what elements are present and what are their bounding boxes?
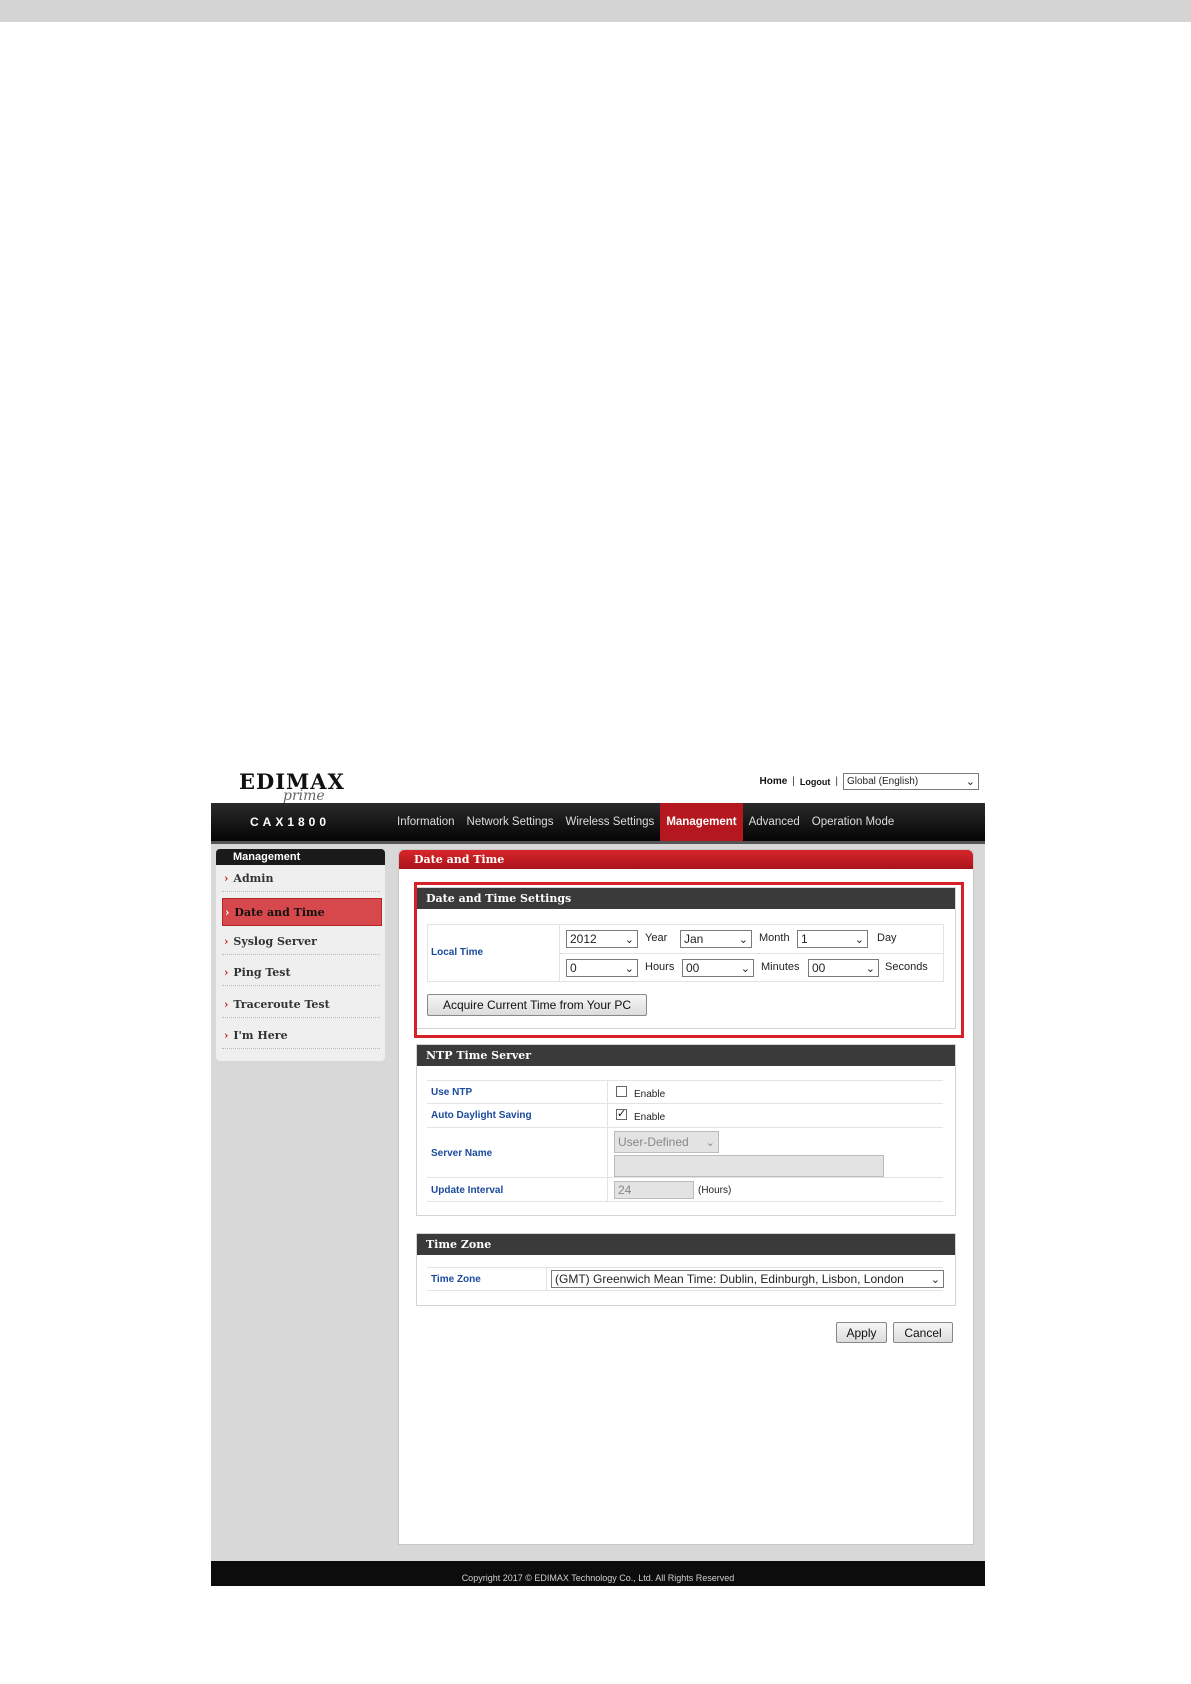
table-border bbox=[427, 1290, 943, 1291]
cancel-button[interactable]: Cancel bbox=[893, 1322, 953, 1343]
chevron-right-icon: › bbox=[224, 1028, 229, 1042]
update-interval-input[interactable]: 24 bbox=[614, 1181, 694, 1199]
chevron-down-icon: ⌄ bbox=[965, 776, 975, 788]
nav-operation-mode[interactable]: Operation Mode bbox=[806, 803, 900, 841]
sidebar: Management › Admin › Date and Time › Sys… bbox=[216, 849, 385, 1061]
language-select[interactable]: Global (English) ⌄ bbox=[843, 773, 979, 790]
table-border bbox=[427, 1103, 943, 1104]
ntp-section: NTP Time Server Use NTP Enable Auto Dayl… bbox=[416, 1044, 956, 1216]
auto-dst-enable-label: Enable bbox=[634, 1112, 666, 1123]
use-ntp-enable-label: Enable bbox=[634, 1089, 666, 1100]
update-interval-label: Update Interval bbox=[431, 1185, 504, 1196]
model-name: CAX1800 bbox=[250, 815, 331, 829]
chevron-down-icon: ⌄ bbox=[930, 1273, 940, 1286]
update-interval-unit: (Hours) bbox=[698, 1185, 732, 1196]
home-link[interactable]: Home bbox=[759, 776, 787, 787]
sidebar-item-date-and-time[interactable]: › Date and Time bbox=[222, 898, 382, 926]
time-zone-select-value: (GMT) Greenwich Mean Time: Dublin, Edinb… bbox=[555, 1272, 904, 1286]
router-admin-screenshot: EDIMAX prime Home | Logout | Global (Eng… bbox=[211, 763, 985, 1586]
link-separator: | bbox=[835, 776, 838, 787]
nav-information[interactable]: Information bbox=[391, 803, 461, 841]
chevron-right-icon: › bbox=[225, 905, 230, 919]
table-border bbox=[427, 1080, 943, 1081]
timezone-section: Time Zone Time Zone (GMT) Greenwich Mean… bbox=[416, 1233, 956, 1306]
top-navbar: CAX1800 Information Network Settings Wir… bbox=[211, 803, 985, 844]
chevron-right-icon: › bbox=[224, 934, 229, 948]
auto-daylight-saving-label: Auto Daylight Saving bbox=[431, 1110, 532, 1121]
table-border bbox=[427, 1127, 943, 1128]
ntp-server-input[interactable] bbox=[614, 1155, 884, 1177]
language-select-value: Global (English) bbox=[847, 776, 919, 787]
main-nav: Information Network Settings Wireless Se… bbox=[391, 803, 900, 841]
sidebar-item-im-here[interactable]: › I'm Here bbox=[222, 1022, 380, 1049]
time-zone-select[interactable]: (GMT) Greenwich Mean Time: Dublin, Edinb… bbox=[551, 1270, 944, 1288]
apply-button[interactable]: Apply bbox=[836, 1322, 887, 1343]
sidebar-item-label: Traceroute Test bbox=[233, 997, 330, 1011]
sidebar-item-label: Date and Time bbox=[234, 905, 325, 919]
sidebar-item-label: Admin bbox=[233, 871, 274, 885]
main-panel: Date and Time Date and Time Settings Loc… bbox=[398, 849, 974, 1545]
nav-advanced[interactable]: Advanced bbox=[743, 803, 806, 841]
use-ntp-checkbox[interactable] bbox=[616, 1086, 627, 1097]
edimax-logo: EDIMAX prime bbox=[239, 769, 344, 805]
section-header: NTP Time Server bbox=[417, 1045, 955, 1066]
use-ntp-label: Use NTP bbox=[431, 1087, 473, 1098]
sidebar-title: Management bbox=[216, 849, 385, 865]
table-border bbox=[546, 1267, 547, 1291]
nav-network-settings[interactable]: Network Settings bbox=[461, 803, 560, 841]
ntp-server-select[interactable]: User-Defined ⌄ bbox=[614, 1131, 719, 1153]
table-border bbox=[607, 1080, 608, 1202]
table-border bbox=[427, 1267, 943, 1268]
nav-management[interactable]: Management bbox=[660, 803, 743, 841]
footer: Copyright 2017 © EDIMAX Technology Co., … bbox=[211, 1561, 985, 1586]
copyright-text: Copyright 2017 © EDIMAX Technology Co., … bbox=[461, 1573, 735, 1583]
section-header: Time Zone bbox=[417, 1234, 955, 1255]
sidebar-item-label: I'm Here bbox=[233, 1028, 288, 1042]
auto-daylight-saving-checkbox[interactable]: ✓ bbox=[616, 1109, 627, 1120]
sidebar-item-traceroute-test[interactable]: › Traceroute Test bbox=[222, 991, 380, 1018]
ntp-server-select-value: User-Defined bbox=[618, 1135, 689, 1149]
top-links: Home | Logout | Global (English) ⌄ bbox=[759, 773, 979, 790]
table-border bbox=[427, 1177, 943, 1178]
sidebar-item-label: Ping Test bbox=[233, 965, 291, 979]
server-name-label: Server Name bbox=[431, 1148, 493, 1159]
chevron-right-icon: › bbox=[224, 871, 229, 885]
sidebar-item-admin[interactable]: › Admin bbox=[222, 865, 380, 892]
sidebar-item-syslog-server[interactable]: › Syslog Server bbox=[222, 928, 380, 955]
time-zone-label: Time Zone bbox=[431, 1274, 481, 1285]
sidebar-item-ping-test[interactable]: › Ping Test bbox=[222, 959, 380, 986]
nav-wireless-settings[interactable]: Wireless Settings bbox=[559, 803, 660, 841]
logo-subtitle: prime bbox=[283, 788, 325, 804]
chevron-down-icon: ⌄ bbox=[705, 1136, 715, 1149]
chevron-right-icon: › bbox=[224, 965, 229, 979]
highlight-frame bbox=[414, 882, 964, 1038]
logout-link[interactable]: Logout bbox=[800, 777, 831, 787]
table-border bbox=[427, 1201, 943, 1202]
chevron-right-icon: › bbox=[224, 997, 229, 1011]
sidebar-item-label: Syslog Server bbox=[233, 934, 317, 948]
link-separator: | bbox=[792, 776, 795, 787]
document-top-bar bbox=[0, 0, 1191, 22]
page-title: Date and Time bbox=[399, 850, 973, 869]
